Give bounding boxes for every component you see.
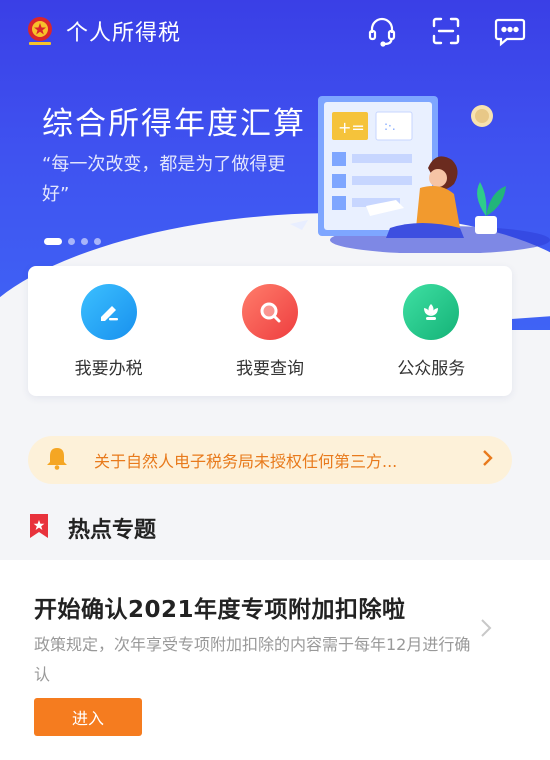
- notice-text: 关于自然人电子税务局未授权任何第三方...: [94, 452, 398, 471]
- scan-icon[interactable]: [428, 13, 464, 49]
- chevron-right-icon: [482, 448, 494, 472]
- hot-topics-header: 热点专题: [28, 512, 156, 544]
- quick-action-label: 我要查询: [235, 358, 304, 379]
- tax-form-illustration: += :·.: [290, 96, 550, 253]
- quick-action-public-service[interactable]: 公众服务: [361, 283, 501, 379]
- emblem-icon: [22, 13, 58, 49]
- carousel-dot[interactable]: [94, 238, 101, 245]
- chevron-right-icon: [480, 618, 492, 644]
- bell-icon: [46, 446, 68, 474]
- banner-subtitle: “每一次改变，都是为了做得更好”: [42, 154, 286, 205]
- enter-button[interactable]: 进入: [34, 698, 142, 736]
- message-icon[interactable]: [492, 13, 528, 49]
- carousel-dot[interactable]: [81, 238, 88, 245]
- service-flower-icon: [403, 283, 460, 340]
- app-title: 个人所得税: [66, 21, 182, 46]
- edit-icon: [80, 283, 137, 340]
- topic-title: 开始确认2021年度专项附加扣除啦: [34, 597, 406, 623]
- bookmark-star-icon: [28, 512, 50, 544]
- quick-action-tax-filing[interactable]: 我要办税: [39, 283, 179, 379]
- quick-action-label: 我要办税: [74, 358, 143, 379]
- topic-description: 政策规定，次年享受专项附加扣除的内容需于每年12月进行确认: [34, 635, 471, 684]
- svg-text::·.: :·.: [384, 119, 396, 133]
- section-title: 热点专题: [68, 518, 157, 543]
- banner-title: 综合所得年度汇算: [42, 106, 306, 142]
- carousel-dots: [44, 238, 101, 245]
- svg-text:+=: +=: [338, 118, 365, 137]
- hot-topic-card[interactable]: 开始确认2021年度专项附加扣除啦 政策规定，次年享受专项附加扣除的内容需于每年…: [0, 560, 550, 760]
- quick-actions-card: 我要办税 我要查询 公众服务: [28, 266, 512, 396]
- carousel-dot-active[interactable]: [44, 238, 62, 245]
- top-bar: 个人所得税: [0, 0, 550, 62]
- quick-action-label: 公众服务: [397, 358, 466, 379]
- quick-action-query[interactable]: 我要查询: [200, 283, 340, 379]
- search-icon: [241, 283, 298, 340]
- carousel-dot[interactable]: [68, 238, 75, 245]
- notice-bar[interactable]: 关于自然人电子税务局未授权任何第三方...: [28, 436, 512, 484]
- customer-service-icon[interactable]: [364, 13, 400, 49]
